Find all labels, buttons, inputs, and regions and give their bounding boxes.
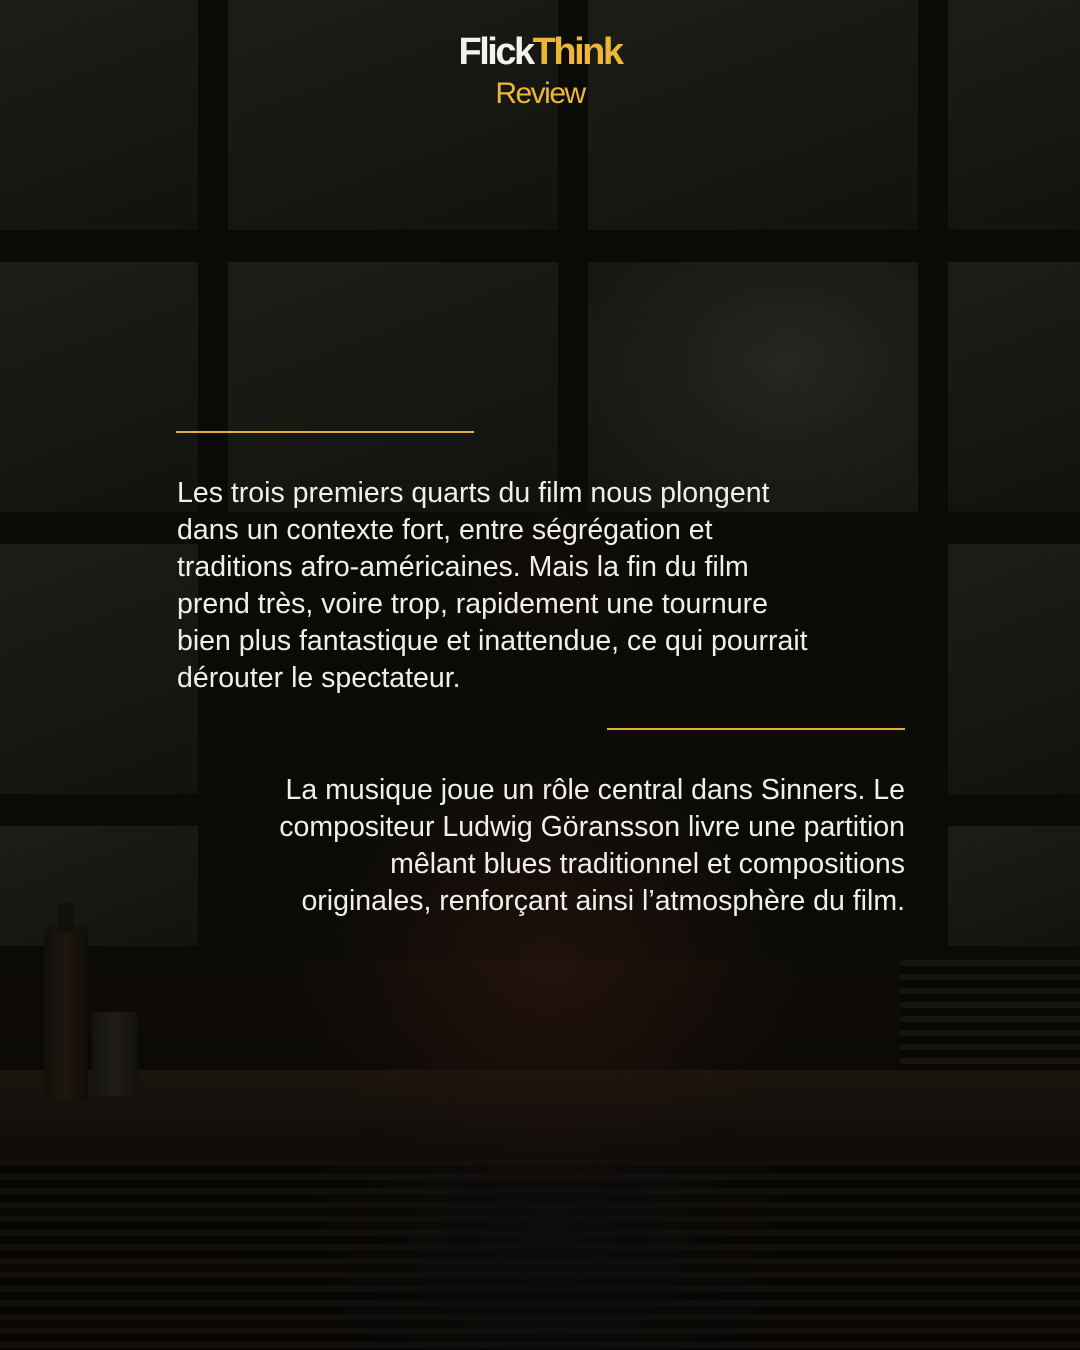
text-line: La musique joue un rôle central dans Sin… <box>285 774 905 806</box>
text-line: dérouter le spectateur. <box>177 662 461 694</box>
divider-line <box>607 728 905 730</box>
brand-logo: FlickThink <box>0 30 1080 74</box>
brand-logo-part1: Flick <box>458 31 536 73</box>
review-paragraph-2: La musique joue un rôle central dans Sin… <box>165 772 905 920</box>
text-line: traditions afro-américaines. Mais la fin… <box>177 551 749 583</box>
text-line: bien plus fantastique et inattendue, ce … <box>177 625 808 657</box>
text-line: originales, renforçant ainsi l’atmosphèr… <box>301 885 905 917</box>
text-line: prend très, voire trop, rapidement une t… <box>177 588 768 620</box>
brand-logo-part2: Think <box>532 31 624 73</box>
text-line: Les trois premiers quarts du film nous p… <box>177 477 770 509</box>
text-line: dans un contexte fort, entre ségrégation… <box>177 514 713 546</box>
text-line: mêlant blues traditionnel et composition… <box>390 848 905 880</box>
review-paragraph-1: Les trois premiers quarts du film nous p… <box>177 475 917 697</box>
page-subtitle: Review <box>495 77 586 110</box>
text-line: compositeur Ludwig Göransson livre une p… <box>279 811 905 843</box>
divider-line <box>176 431 474 433</box>
review-slide: FlickThink Review Les trois premiers qua… <box>0 0 1080 1350</box>
